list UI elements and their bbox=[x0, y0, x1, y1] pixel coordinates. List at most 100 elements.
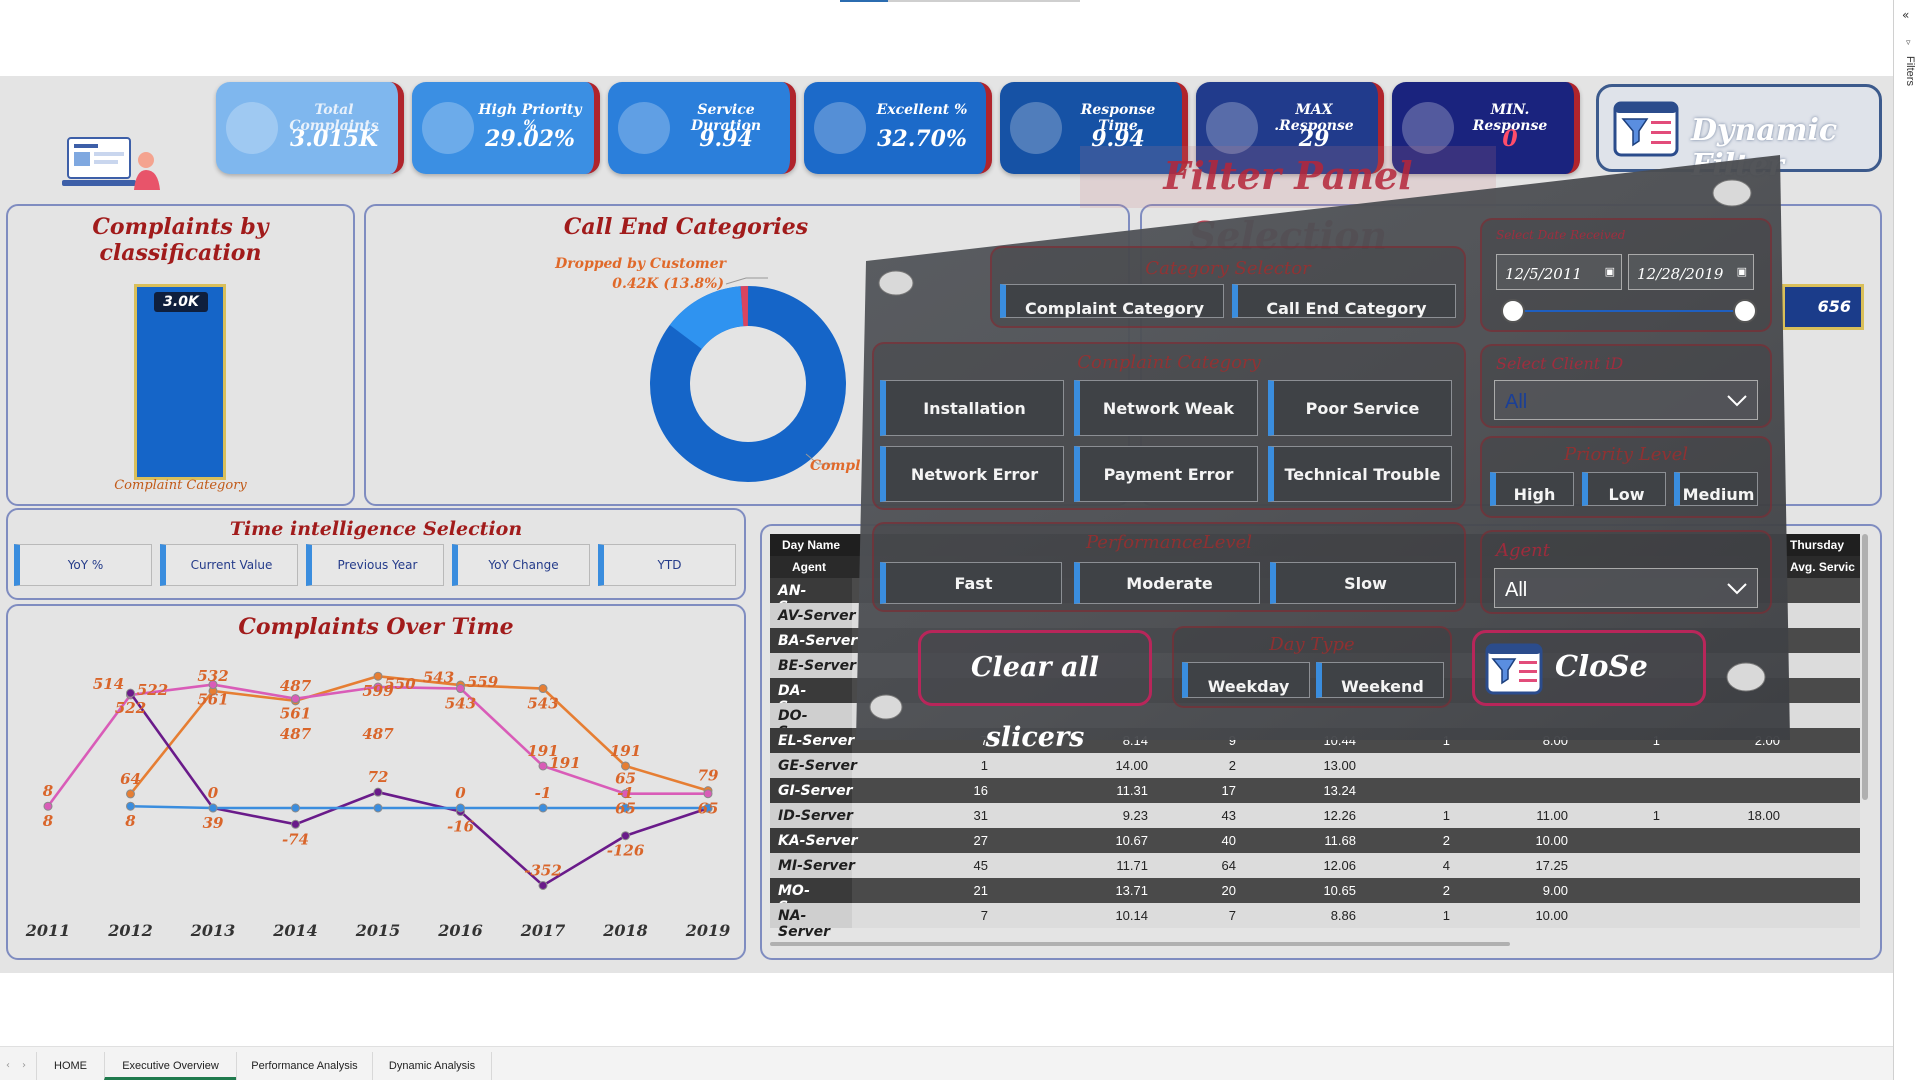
table-vertical-scrollbar[interactable] bbox=[1862, 534, 1868, 800]
data-point[interactable] bbox=[538, 803, 548, 813]
complaint-category-option[interactable]: Payment Error bbox=[1074, 446, 1258, 502]
tab-scroll-left-icon[interactable]: ‹ bbox=[6, 1060, 10, 1071]
table-cell: 11.71 bbox=[1116, 858, 1148, 873]
kpi-card[interactable]: Service Duration 9.94 bbox=[608, 82, 796, 174]
time-intel-option[interactable]: YoY Change bbox=[452, 544, 590, 586]
data-point[interactable] bbox=[538, 684, 548, 694]
table-row[interactable]: ID-Server 31 9.23 43 12.26 1 11.00 1 18.00 30 bbox=[770, 803, 1860, 828]
kpi-card[interactable]: Total Complaints 3.015K bbox=[216, 82, 404, 174]
table-horizontal-scrollbar[interactable] bbox=[770, 942, 1510, 946]
complaint-category-option[interactable]: Poor Service bbox=[1268, 380, 1452, 436]
classification-bar[interactable] bbox=[134, 284, 226, 480]
complaint-category-option[interactable]: Technical Trouble bbox=[1268, 446, 1452, 502]
data-point[interactable] bbox=[291, 803, 300, 813]
table-cell: 17 bbox=[1814, 783, 1861, 798]
clear-slicers-button[interactable]: Clear all slicers bbox=[918, 630, 1152, 753]
data-point[interactable] bbox=[538, 761, 548, 771]
date-slider-start-handle[interactable] bbox=[1501, 299, 1525, 323]
x-tick-label: 2014 bbox=[272, 921, 318, 940]
x-tick-label: 2019 bbox=[685, 921, 731, 940]
complaint-category-option[interactable]: Network Error bbox=[880, 446, 1064, 502]
data-point[interactable] bbox=[291, 819, 300, 829]
call-end-category-button[interactable]: Call End Category bbox=[1232, 284, 1456, 318]
perf-fast-button[interactable]: Fast bbox=[880, 562, 1062, 604]
data-point[interactable] bbox=[538, 880, 548, 890]
weekend-button[interactable]: Weekend bbox=[1316, 662, 1444, 698]
agent-dropdown[interactable]: All bbox=[1494, 568, 1758, 608]
data-point[interactable] bbox=[456, 803, 465, 813]
agent-cell: EL-Server bbox=[778, 733, 855, 749]
chevron-down-icon bbox=[1727, 583, 1747, 595]
time-intel-option[interactable]: YoY % bbox=[14, 544, 152, 586]
dashboard-illustration-icon bbox=[62, 137, 160, 190]
table-row[interactable]: KA-Server 27 10.67 40 11.68 2 10.00 32 bbox=[770, 828, 1860, 853]
data-label: 561 bbox=[280, 705, 311, 723]
table-cell: 64 bbox=[1221, 858, 1236, 873]
calendar-icon[interactable]: ▣ bbox=[1737, 265, 1747, 278]
complaints-line-chart[interactable]: 88514 522522648532561039487561487-7455059… bbox=[6, 636, 746, 956]
data-label: 8 bbox=[43, 782, 54, 800]
priority-high-button[interactable]: High bbox=[1490, 472, 1574, 506]
data-point[interactable] bbox=[703, 789, 713, 799]
data-point[interactable] bbox=[126, 801, 135, 811]
agent-header: Agent bbox=[792, 560, 826, 574]
client-id-dropdown[interactable]: All bbox=[1494, 380, 1758, 420]
time-intel-option[interactable]: Current Value bbox=[160, 544, 298, 586]
data-point[interactable] bbox=[43, 801, 53, 811]
perf-slow-button[interactable]: Slow bbox=[1270, 562, 1456, 604]
date-slider-end-handle[interactable] bbox=[1733, 299, 1757, 323]
table-cell: 9 bbox=[1814, 733, 1860, 748]
x-tick-label: 2015 bbox=[355, 921, 401, 940]
data-label: 543 bbox=[527, 695, 558, 713]
complaint-category-option[interactable]: Installation bbox=[880, 380, 1064, 436]
category-selector-title: Category Selector bbox=[1145, 258, 1311, 279]
table-row[interactable]: GI-Server 16 11.31 17 13.24 17 bbox=[770, 778, 1860, 803]
data-point[interactable] bbox=[456, 684, 465, 694]
table-row[interactable]: MI-Server 45 11.71 64 12.06 4 17.25 38 bbox=[770, 853, 1860, 878]
table-cell: 9.23 bbox=[1122, 808, 1148, 823]
data-label: 522 bbox=[115, 699, 146, 717]
data-label: 39 bbox=[203, 814, 224, 832]
data-point[interactable] bbox=[291, 694, 300, 704]
start-date-input[interactable]: 12/5/2011 ▣ bbox=[1496, 254, 1622, 290]
time-intel-option[interactable]: YTD bbox=[598, 544, 736, 586]
tab-home[interactable]: HOME bbox=[36, 1052, 104, 1080]
table-cell: 10.00 bbox=[1535, 833, 1568, 848]
priority-medium-button[interactable]: Medium bbox=[1674, 472, 1758, 506]
tab-dynamic-analysis[interactable]: Dynamic Analysis bbox=[372, 1052, 492, 1080]
data-point[interactable] bbox=[373, 787, 383, 797]
x-tick-label: 2011 bbox=[25, 921, 71, 940]
data-point[interactable] bbox=[126, 789, 135, 799]
collapse-filters-icon[interactable]: « bbox=[1902, 8, 1909, 22]
complaint-category-option[interactable]: Network Weak bbox=[1074, 380, 1258, 436]
end-date-input[interactable]: 12/28/2019 ▣ bbox=[1628, 254, 1754, 290]
data-label: -16 bbox=[447, 818, 475, 836]
table-row[interactable]: MO-Server2113.712010.6529.0023 bbox=[770, 878, 1860, 915]
close-button[interactable]: CloSe bbox=[1472, 630, 1706, 706]
table-row[interactable]: GE-Server 1 14.00 2 13.00 1 bbox=[770, 753, 1860, 778]
weekday-button[interactable]: Weekday bbox=[1182, 662, 1310, 698]
data-point[interactable] bbox=[208, 803, 218, 813]
tab-performance-analysis[interactable]: Performance Analysis bbox=[236, 1052, 372, 1080]
date-slider-track[interactable] bbox=[1512, 310, 1744, 312]
tab-executive-overview[interactable]: Executive Overview bbox=[104, 1052, 236, 1080]
agent-cell: BE-Server bbox=[778, 658, 857, 674]
time-intel-option[interactable]: Previous Year bbox=[306, 544, 444, 586]
data-point[interactable] bbox=[373, 671, 383, 681]
data-point[interactable] bbox=[126, 688, 135, 698]
data-point[interactable] bbox=[621, 831, 630, 841]
perf-moderate-button[interactable]: Moderate bbox=[1074, 562, 1260, 604]
calendar-icon[interactable]: ▣ bbox=[1605, 265, 1615, 278]
tab-scroll-right-icon[interactable]: › bbox=[22, 1060, 26, 1071]
table-cell: 21 bbox=[973, 883, 988, 898]
data-point[interactable] bbox=[373, 803, 383, 813]
table-cell: 17 bbox=[1221, 783, 1236, 798]
data-label: 487 bbox=[280, 725, 312, 743]
complaint-category-button[interactable]: Complaint Category bbox=[1000, 284, 1224, 318]
data-label: 0 bbox=[208, 784, 219, 802]
filters-pane[interactable]: « ▿ Filters bbox=[1893, 0, 1920, 1080]
table-row[interactable]: NA-Server 7 10.14 7 8.86 1 10.00 6 bbox=[770, 903, 1860, 940]
priority-low-button[interactable]: Low bbox=[1582, 472, 1666, 506]
kpi-card[interactable]: High Priority % 29.02% bbox=[412, 82, 600, 174]
agent-value: All bbox=[1505, 579, 1528, 601]
